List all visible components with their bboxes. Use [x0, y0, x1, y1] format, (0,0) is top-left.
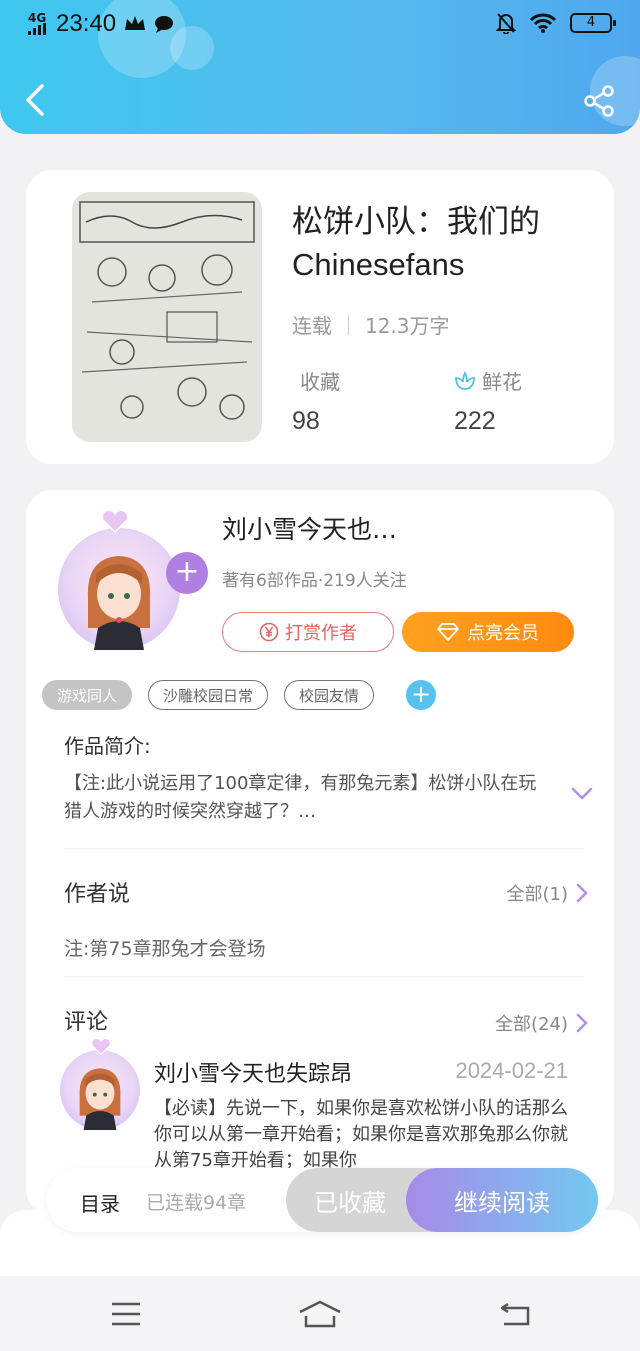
comment-date: 2024-02-21: [455, 1058, 568, 1083]
author-says-more-link[interactable]: 全部(1): [507, 880, 589, 906]
chevron-down-icon[interactable]: [570, 786, 594, 802]
chapter-count: 已连载94章: [146, 1192, 247, 1214]
avatar-illustration: [87, 556, 151, 650]
comment-avatar[interactable]: [58, 1038, 146, 1132]
collected-label: 已收藏: [314, 1188, 386, 1217]
book-title: 松饼小队：我们的Chinesefans: [292, 204, 540, 282]
book-cover-image[interactable]: [72, 192, 262, 442]
heart-icon: [91, 1038, 111, 1056]
tip-author-button[interactable]: 打赏作者: [222, 612, 394, 652]
favorites-value: 98: [292, 407, 320, 435]
chevron-left-icon: [26, 84, 44, 116]
author-avatar: [58, 528, 180, 650]
top-header: 4G 23:40 4: [0, 0, 640, 134]
continue-reading-label: 继续阅读: [454, 1188, 550, 1217]
vip-member-button[interactable]: 点亮会员: [402, 612, 574, 652]
chevron-right-icon: [576, 883, 588, 903]
home-nav-button[interactable]: [296, 1300, 344, 1328]
tag-item[interactable]: 游戏同人: [42, 680, 133, 710]
book-word-count: 12.3万字: [365, 314, 450, 338]
author-stats: 著有6部作品·219人关注: [222, 571, 407, 591]
divider: [64, 848, 584, 849]
book-meta: 连载 12.3万字: [292, 310, 450, 339]
flowers-label: 鲜花: [482, 370, 522, 394]
tag-list: 游戏同人 沙雕校园日常 校园友情 +: [42, 680, 437, 710]
menu-nav-button[interactable]: [106, 1300, 146, 1328]
follow-author-button[interactable]: +: [166, 552, 208, 594]
comments-more-label: 全部(24): [495, 1014, 568, 1035]
toc-button[interactable]: 目录: [80, 1188, 120, 1217]
comment-text[interactable]: 【必读】先说一下，如果你是喜欢松饼小队的话那么你可以从第一章开始看；如果你是喜欢…: [154, 1096, 574, 1174]
favorites-stat: 收藏 98: [292, 366, 340, 436]
divider: [64, 976, 584, 977]
book-card: 松饼小队：我们的Chinesefans 连载 12.3万字 收藏 98 鲜花 2…: [26, 170, 614, 464]
network-indicator: 4G: [28, 11, 48, 35]
yen-coin-icon: [259, 622, 279, 642]
heart-icon: [101, 510, 129, 534]
flower-icon: [455, 370, 475, 390]
vip-member-label: 点亮会员: [467, 623, 539, 644]
back-nav-button[interactable]: [496, 1300, 536, 1328]
author-says-title: 作者说: [64, 882, 131, 907]
book-status: 连载: [292, 314, 332, 338]
cover-sketch: [72, 192, 262, 442]
comments-more-link[interactable]: 全部(24): [495, 1010, 588, 1036]
comment-username[interactable]: 刘小雪今天也失踪昂: [154, 1056, 352, 1088]
action-bar: 目录 已连载94章 已收藏 继续阅读: [46, 1168, 598, 1232]
favorites-label: 收藏: [300, 370, 340, 394]
status-bar: 4G 23:40 4: [0, 8, 640, 44]
tag-item[interactable]: 校园友情: [284, 680, 375, 710]
comment-avatar-image: [60, 1050, 140, 1130]
summary-title: 作品简介:: [64, 734, 151, 758]
home-icon: [299, 1300, 341, 1328]
comments-title: 评论: [64, 1010, 109, 1035]
chevron-right-icon: [576, 1013, 588, 1033]
avatar-illustration: [79, 1068, 121, 1130]
continue-reading-button[interactable]: 继续阅读: [406, 1168, 598, 1232]
chat-bubble-icon: [155, 16, 174, 33]
info-card: + 刘小雪今天也… 著有6部作品·219人关注 打赏作者 点亮会员 游戏同人 沙…: [26, 490, 614, 1215]
clock: 23:40: [56, 10, 117, 37]
crown-icon: [125, 16, 146, 30]
system-nav-bar: [0, 1276, 640, 1351]
return-icon: [500, 1302, 530, 1326]
network-label: 4G: [28, 11, 47, 25]
author-name[interactable]: 刘小雪今天也…: [222, 510, 397, 546]
tag-item[interactable]: 沙雕校园日常: [148, 680, 269, 710]
author-avatar-wrap[interactable]: +: [54, 510, 208, 650]
tip-author-label: 打赏作者: [285, 623, 357, 644]
hamburger-icon: [112, 1302, 140, 1326]
flowers-stat[interactable]: 鲜花 222: [454, 366, 522, 436]
add-tag-button[interactable]: +: [406, 680, 437, 710]
author-says-text: 注:第75章那兔才会登场: [64, 938, 266, 960]
wifi-icon: [530, 13, 556, 33]
back-button[interactable]: [22, 82, 50, 118]
share-button[interactable]: [582, 84, 616, 118]
flowers-value: 222: [454, 407, 496, 435]
share-icon: [584, 85, 614, 117]
mute-bell-icon: [496, 13, 516, 34]
author-says-more-label: 全部(1): [506, 884, 569, 905]
summary-text[interactable]: 【注:此小说运用了100章定律，有那兔元素】松饼小队在玩猎人游戏的时候突然穿越了…: [64, 770, 544, 826]
meta-divider: [348, 314, 349, 335]
battery-indicator: 4: [570, 13, 616, 33]
diamond-icon: [437, 623, 459, 641]
